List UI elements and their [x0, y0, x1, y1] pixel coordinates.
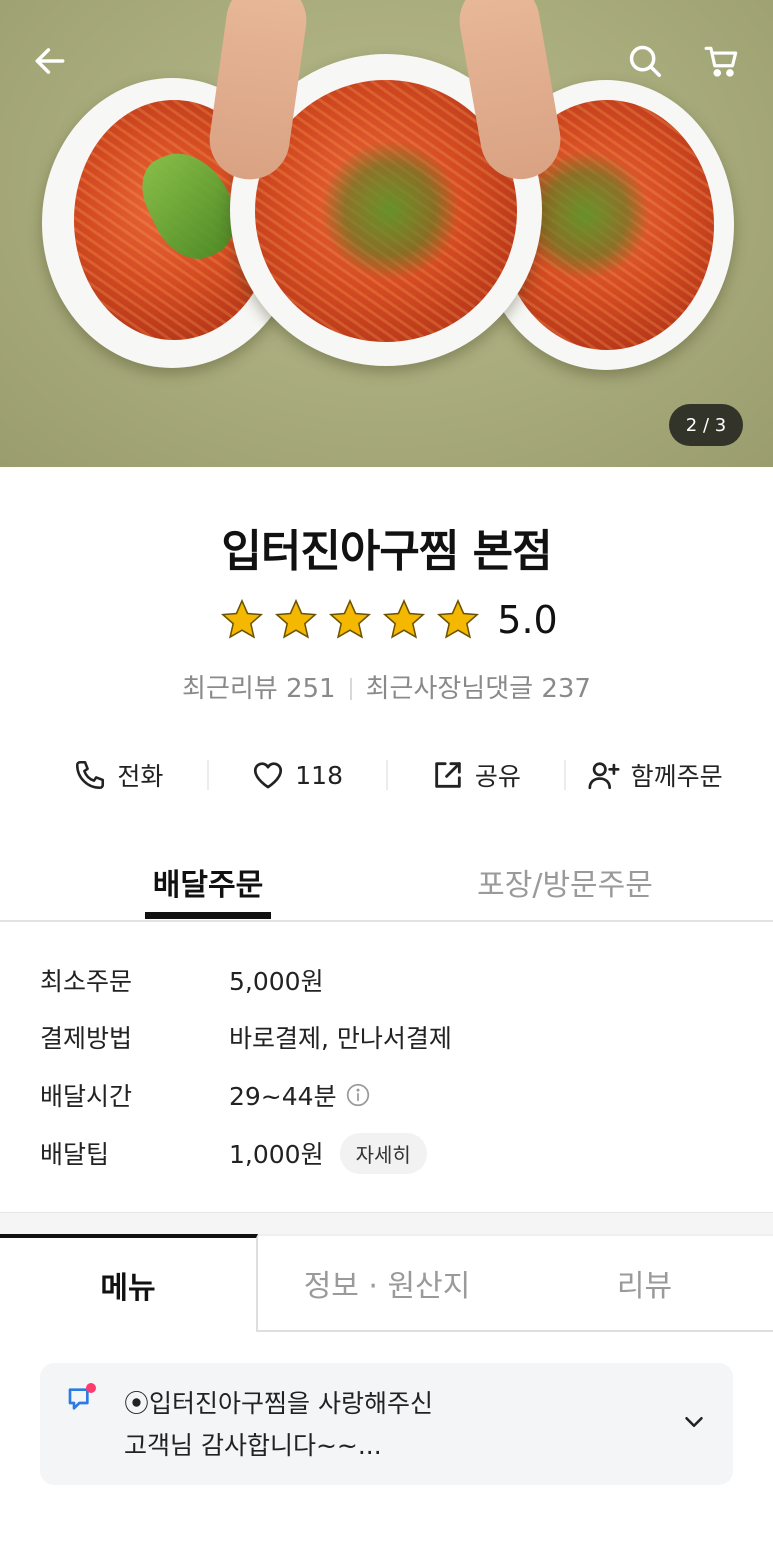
tab-pickup-order[interactable]: 포장/방문주문: [470, 860, 660, 904]
action-bar: 전화 118 공유 함께주문: [30, 750, 743, 800]
search-icon[interactable]: [621, 37, 669, 85]
active-tab-indicator: [145, 912, 271, 919]
payment-row: 결제방법 바로결제, 만나서결제: [40, 1017, 452, 1057]
delivery-time-row: 배달시간 29~44분: [40, 1075, 371, 1115]
payment-label: 결제방법: [40, 1024, 133, 1053]
delivery-tip-detail-button[interactable]: 자세히: [339, 1132, 427, 1174]
cart-icon[interactable]: [698, 37, 746, 85]
tab-menu[interactable]: 메뉴: [0, 1234, 258, 1332]
star-icon: [437, 598, 480, 639]
delivery-time-value: 29~44분: [229, 1082, 337, 1111]
divider: [349, 678, 352, 700]
share-icon: [435, 762, 461, 788]
like-button[interactable]: 118: [209, 758, 386, 792]
tab-delivery-order[interactable]: 배달주문: [145, 860, 271, 904]
rating-value: 5.0: [497, 598, 558, 642]
hero-image[interactable]: 2 / 3: [0, 0, 773, 467]
phone-icon: [76, 760, 105, 790]
notice-text: ⦿입터진아구찜을 사랑해주신 고객님 감사합니다~~...: [124, 1389, 433, 1460]
share-button[interactable]: 공유: [388, 757, 565, 793]
star-icon: [221, 598, 264, 639]
share-label: 공유: [474, 762, 521, 791]
store-name: 입터진아구찜 본점: [221, 526, 552, 577]
section-divider: [0, 1212, 773, 1234]
recent-owner-comments[interactable]: 최근사장님댓글 237: [366, 674, 591, 704]
delivery-time-label: 배달시간: [40, 1082, 133, 1111]
content-tabs: 메뉴 정보 · 원산지 리뷰: [0, 1234, 773, 1332]
min-order-row: 최소주문 5,000원: [40, 960, 324, 1000]
delivery-tip-value: 1,000원: [229, 1140, 324, 1169]
order-type-tabs: 배달주문 포장/방문주문: [0, 850, 773, 922]
rating-row: 5.0: [0, 597, 773, 643]
like-count: 118: [295, 760, 343, 790]
back-arrow-icon[interactable]: [26, 37, 74, 85]
center-greens: [320, 140, 460, 280]
recent-reviews[interactable]: 최근리뷰 251: [182, 674, 336, 704]
delivery-tip-label: 배달팁: [40, 1140, 110, 1169]
group-order-label: 함께주문: [630, 762, 723, 791]
review-summary[interactable]: 최근리뷰 251 최근사장님댓글 237: [0, 668, 773, 705]
call-button[interactable]: 전화: [30, 757, 207, 793]
tab-info-origin[interactable]: 정보 · 원산지: [258, 1234, 516, 1332]
info-icon[interactable]: [345, 1082, 371, 1108]
owner-notice[interactable]: ⦿입터진아구찜을 사랑해주신 고객님 감사합니다~~...: [40, 1363, 733, 1485]
notice-new-dot: [86, 1383, 96, 1393]
chevron-down-icon[interactable]: [679, 1407, 709, 1437]
add-person-icon: [588, 762, 620, 790]
delivery-tip-row: 배달팁 1,000원 자세히: [40, 1132, 427, 1174]
star-icon: [329, 598, 372, 639]
star-icon: [275, 598, 318, 639]
group-order-button[interactable]: 함께주문: [566, 757, 743, 793]
call-label: 전화: [117, 762, 164, 791]
image-counter: 2 / 3: [669, 404, 743, 446]
star-icon: [383, 598, 426, 639]
payment-value: 바로결제, 만나서결제: [229, 1024, 452, 1053]
min-order-label: 최소주문: [40, 967, 133, 996]
heart-icon: [254, 762, 283, 789]
tab-review[interactable]: 리뷰: [516, 1234, 773, 1332]
min-order-value: 5,000원: [229, 967, 324, 996]
